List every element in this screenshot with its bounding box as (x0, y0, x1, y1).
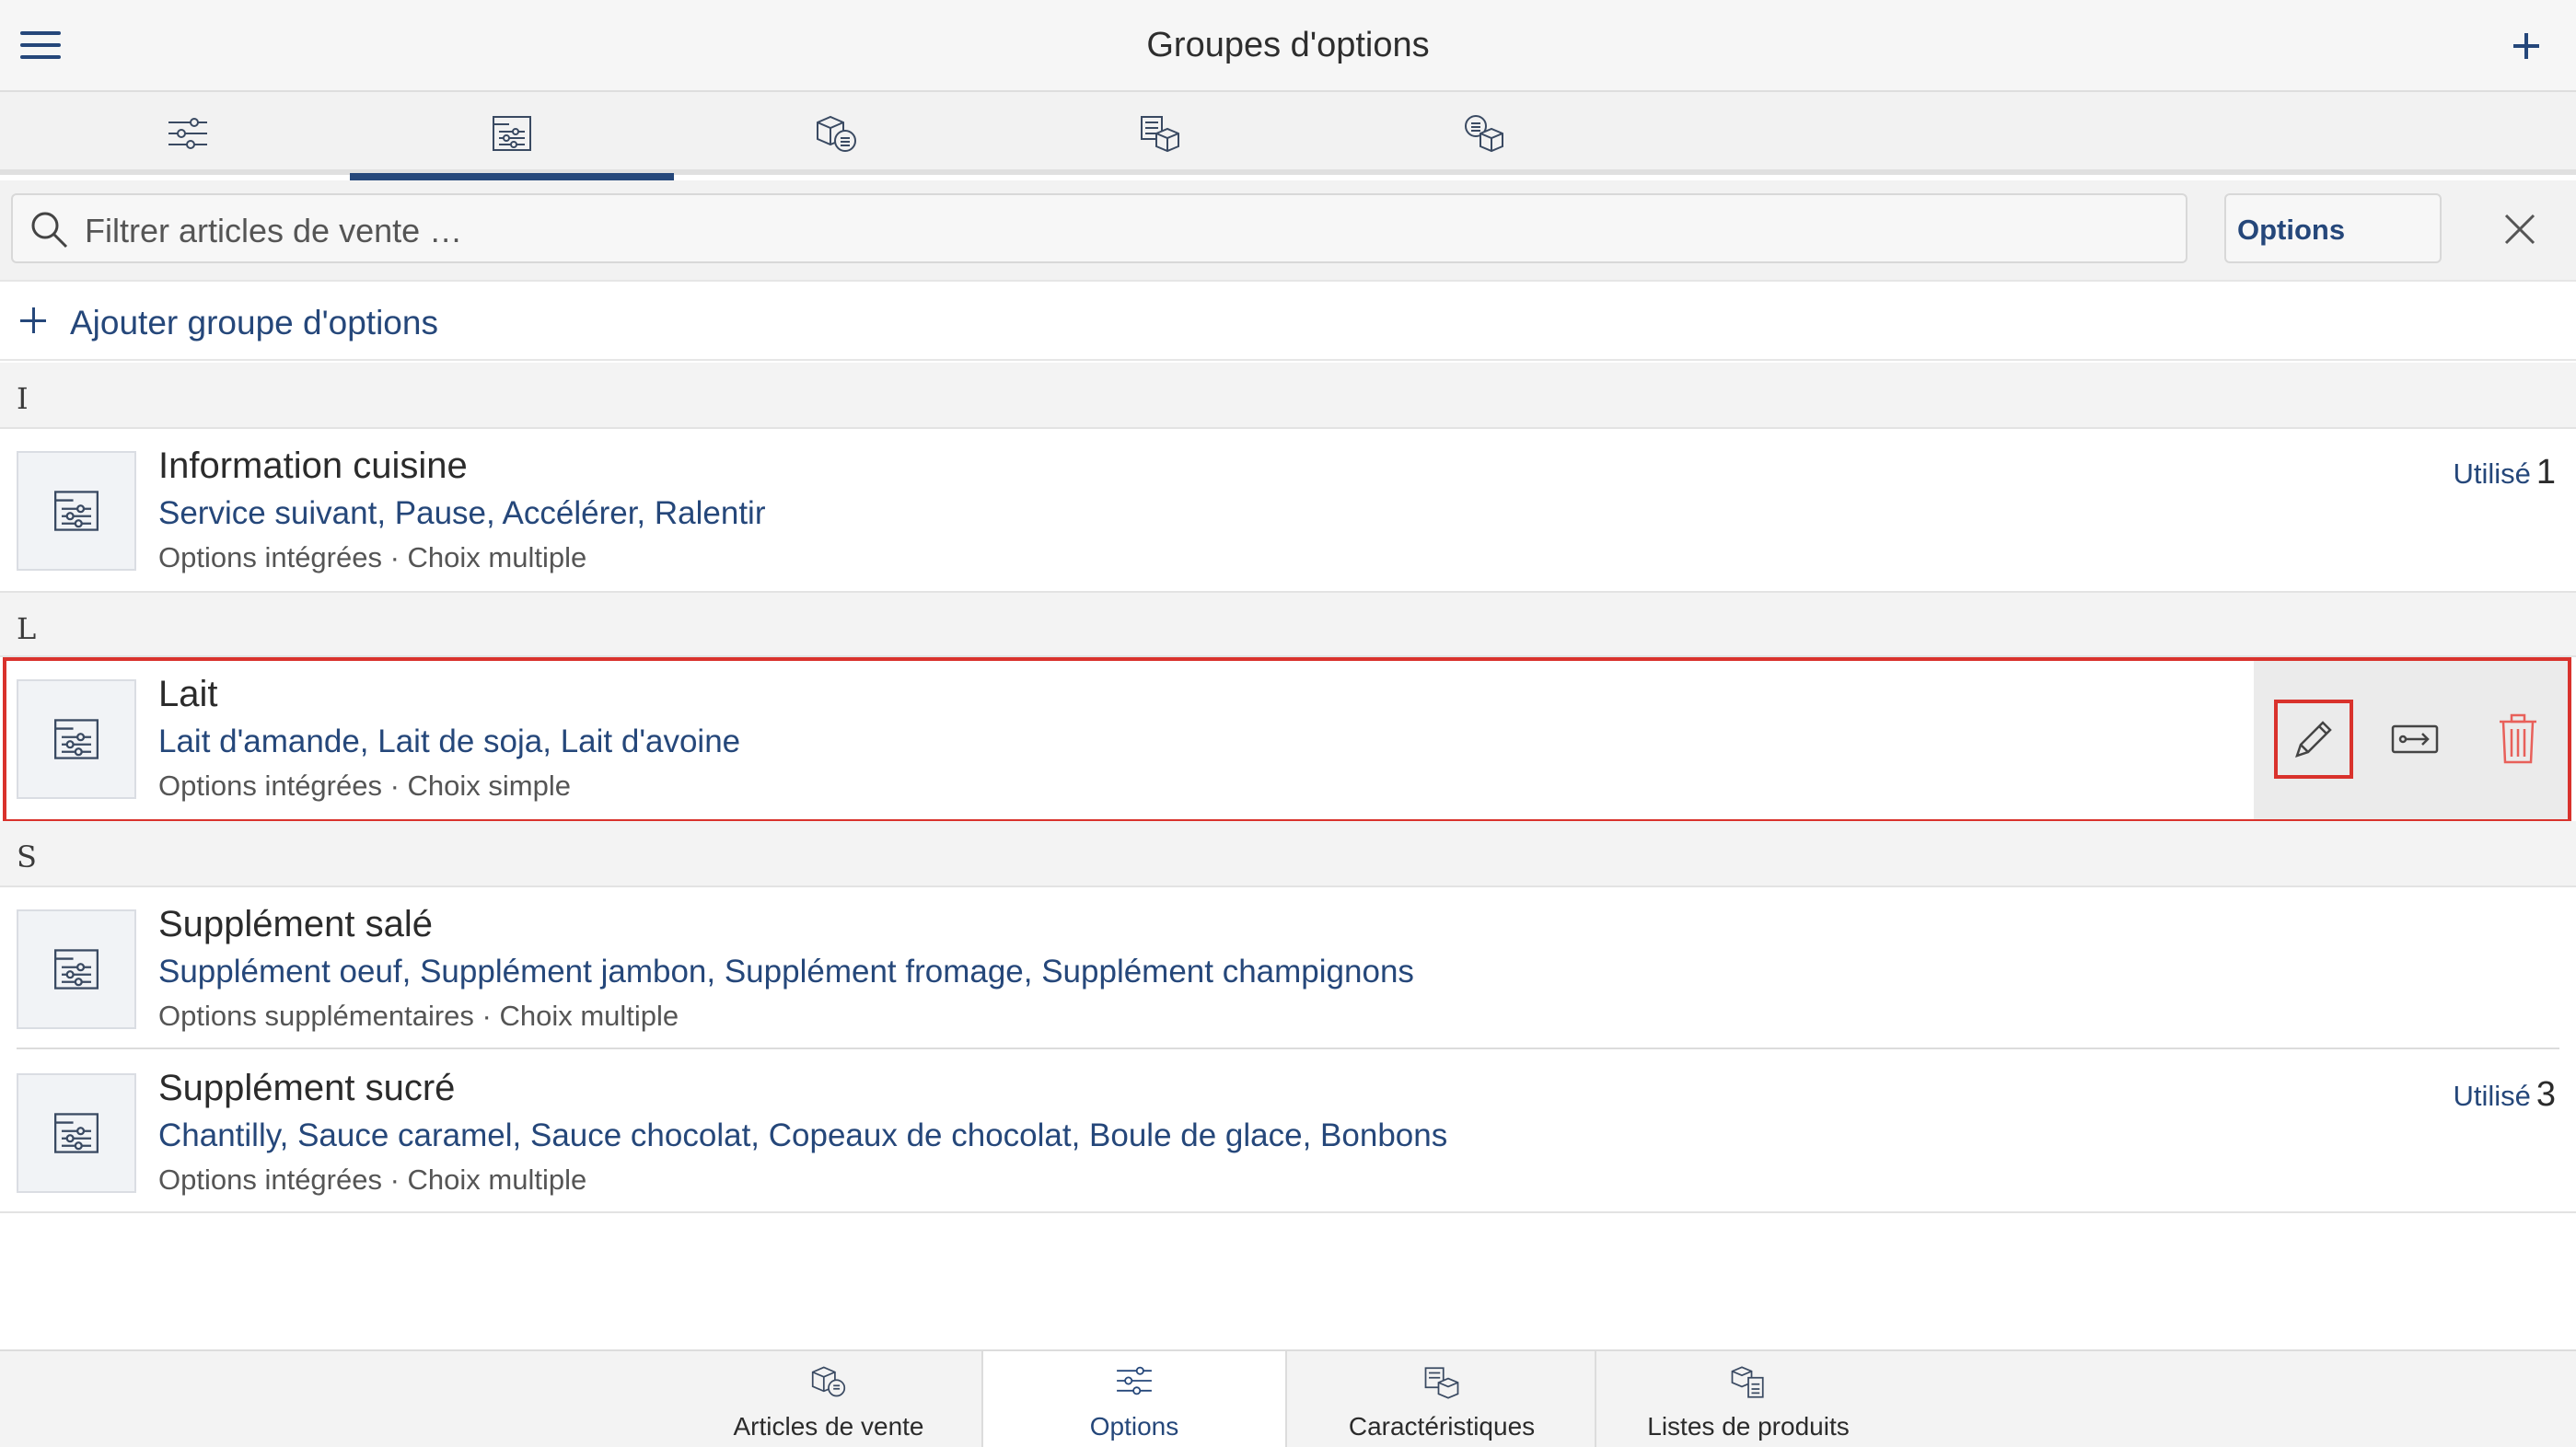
usage-count: 3 (2535, 1075, 2556, 1114)
usage-badge: Utilisé 3 (2453, 1075, 2556, 1115)
sliders-icon (168, 118, 207, 149)
section-letter: L (17, 611, 37, 646)
option-group-icon (54, 949, 99, 990)
group-name: Supplément sucré (158, 1068, 456, 1108)
option-group-icon (54, 719, 99, 759)
group-name: Supplément salé (158, 904, 433, 944)
group-items: Service suivant, Pause, Accélérer, Ralen… (158, 495, 766, 531)
option-group-thumbnail (17, 451, 136, 571)
close-icon[interactable] (2497, 206, 2543, 252)
add-option-group-label: Ajouter groupe d'options (70, 304, 438, 341)
option-group-thumbnail (17, 1073, 136, 1193)
search-icon (31, 212, 68, 249)
tab-box-list[interactable] (998, 92, 1322, 175)
usage-label: Utilisé (2453, 457, 2531, 490)
list-item-selected[interactable]: Lait Lait d'amande, Lait de soja, Lait d… (0, 657, 2576, 819)
filter-bar: Filtrer articles de vente … Options (0, 180, 2576, 282)
bottom-tab-product-lists[interactable]: Listes de produits (1595, 1351, 1900, 1447)
option-group-icon (54, 1113, 99, 1153)
box-coin-icon (817, 115, 856, 152)
box-list-icon (1424, 1367, 1459, 1399)
group-meta: Options intégrées · Choix multiple (158, 541, 587, 573)
icon-tab-bar (0, 92, 2576, 180)
option-group-icon (54, 491, 99, 531)
tab-box-coin[interactable] (674, 92, 998, 175)
list-item[interactable]: Supplément sucré Chantilly, Sauce carame… (0, 1051, 2576, 1213)
pencil-icon (2295, 721, 2332, 758)
bottom-tab-label: Listes de produits (1647, 1412, 1850, 1441)
bottom-tab-label: Caractéristiques (1348, 1412, 1536, 1441)
usage-badge: Utilisé 1 (2453, 453, 2556, 492)
tab-sliders[interactable] (26, 92, 350, 175)
usage-label: Utilisé (2453, 1080, 2531, 1112)
group-name: Information cuisine (158, 446, 468, 486)
delete-button[interactable] (2478, 700, 2558, 779)
row-divider (0, 1211, 2576, 1213)
coin-box-icon (1465, 115, 1503, 153)
list-item[interactable]: Information cuisine Service suivant, Pau… (0, 429, 2576, 591)
group-items: Chantilly, Sauce caramel, Sauce chocolat… (158, 1117, 1448, 1153)
bottom-tab-label: Options (1089, 1412, 1179, 1441)
box-doc-icon (1731, 1366, 1764, 1398)
group-items: Lait d'amande, Lait de soja, Lait d'avoi… (158, 724, 741, 759)
bottom-navigation: Articles de vente Options Caractéristiqu… (0, 1349, 2576, 1447)
filter-scope-label: Options (2237, 214, 2346, 246)
search-placeholder: Filtrer articles de vente … (85, 212, 463, 249)
box-coin-icon (811, 1366, 846, 1397)
section-letter: I (17, 381, 29, 416)
move-arrow-icon (2391, 724, 2439, 754)
group-meta: Options supplémentaires · Choix multiple (158, 1000, 679, 1032)
search-input[interactable]: Filtrer articles de vente … (11, 193, 2187, 263)
add-icon[interactable] (2504, 24, 2548, 68)
bottom-tab-options[interactable]: Options (981, 1351, 1287, 1447)
tab-coin-box[interactable] (1322, 92, 1646, 175)
bottom-tab-characteristics[interactable]: Caractéristiques (1289, 1351, 1595, 1447)
top-bar: Groupes d'options (0, 0, 2576, 92)
move-button[interactable] (2375, 700, 2454, 779)
group-name: Lait (158, 674, 218, 714)
trash-icon (2500, 713, 2536, 764)
sliders-icon (1117, 1366, 1152, 1395)
plus-icon (20, 307, 48, 335)
section-letter: S (17, 839, 37, 874)
option-group-icon (493, 116, 531, 151)
usage-count: 1 (2535, 453, 2556, 492)
bottom-tab-articles[interactable]: Articles de vente (676, 1351, 981, 1447)
group-items: Supplément oeuf, Supplément jambon, Supp… (158, 954, 1414, 990)
add-option-group-button[interactable]: Ajouter groupe d'options (0, 284, 2576, 361)
section-header: L (0, 591, 2576, 657)
section-header: I (0, 363, 2576, 429)
list-item[interactable]: Supplément salé Supplément oeuf, Supplém… (0, 887, 2576, 1049)
filter-scope-select[interactable]: Options (2224, 193, 2442, 263)
edit-button[interactable] (2274, 700, 2353, 779)
group-meta: Options intégrées · Choix multiple (158, 1163, 587, 1196)
tab-option-groups[interactable] (350, 92, 674, 180)
box-list-icon (1141, 116, 1179, 153)
row-divider (17, 1048, 2559, 1049)
option-group-thumbnail (17, 679, 136, 799)
page-title: Groupes d'options (1146, 26, 1430, 64)
bottom-tab-label: Articles de vente (733, 1412, 924, 1441)
group-meta: Options intégrées · Choix simple (158, 770, 571, 802)
option-group-thumbnail (17, 909, 136, 1029)
section-header: S (0, 821, 2576, 887)
row-actions (2254, 661, 2568, 819)
